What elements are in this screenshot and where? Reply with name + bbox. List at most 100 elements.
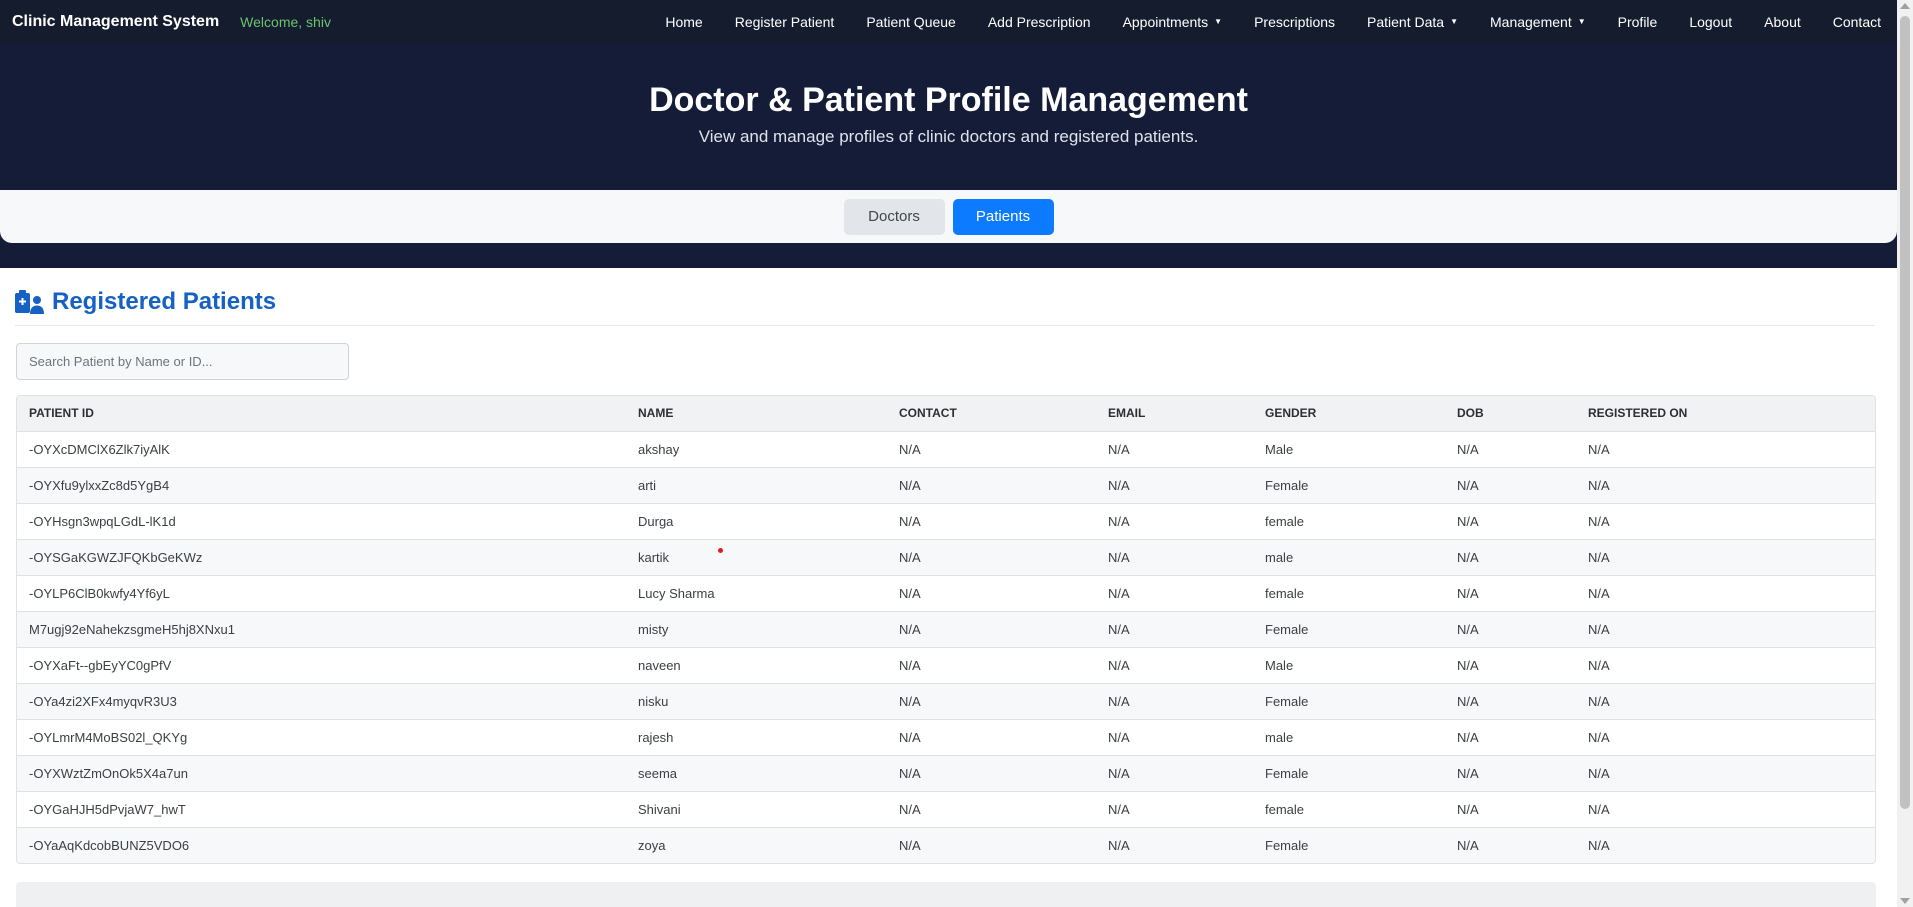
cell-patient-name: zoya xyxy=(626,827,887,863)
cell-email: N/A xyxy=(1096,755,1253,792)
table-row[interactable]: -OYXaFt--gbEyYC0gPfV naveen N/A N/A Male N/A N… xyxy=(17,647,1875,684)
nav-item-register-patient[interactable]: Register Patient xyxy=(719,14,851,30)
cell-patient-id: M7ugj92eNahekzsgmeH5hj8XNxu1 xyxy=(17,611,626,648)
nav-item-about[interactable]: About xyxy=(1748,14,1817,30)
caret-down-icon: ▼ xyxy=(1450,17,1458,26)
scroll-up-arrow-icon[interactable] xyxy=(1900,3,1910,9)
cell-patient-id: -OYGaHJH5dPvjaW7_hwT xyxy=(17,791,626,828)
section-title: Registered Patients xyxy=(52,288,277,315)
cell-gender: female xyxy=(1253,503,1445,540)
column-header[interactable]: DOB xyxy=(1445,396,1576,432)
cell-registered-on: N/A xyxy=(1576,647,1875,684)
cell-email: N/A xyxy=(1096,791,1253,828)
cell-registered-on: N/A xyxy=(1576,683,1875,720)
cell-gender: Female xyxy=(1253,755,1445,792)
page-scrollbar[interactable] xyxy=(1897,0,1913,907)
table-row[interactable]: -OYXfu9ylxxZc8d5YgB4 arti N/A N/A Female N/A N… xyxy=(17,467,1875,504)
cell-contact: N/A xyxy=(887,647,1096,684)
column-header[interactable]: EMAIL xyxy=(1096,396,1253,432)
nav-links: Home Register Patient Patient Queue Add Pre… xyxy=(649,0,1897,43)
cursor-marker xyxy=(718,548,723,553)
nav-item-management[interactable]: Management ▼ xyxy=(1474,14,1602,30)
cell-contact: N/A xyxy=(887,683,1096,720)
nav-item-profile[interactable]: Profile xyxy=(1602,14,1674,30)
table-row[interactable]: -OYLmrM4MoBS02l_QKYg rajesh N/A N/A male N/A N… xyxy=(17,719,1875,756)
cell-contact: N/A xyxy=(887,719,1096,756)
cell-email: N/A xyxy=(1096,611,1253,648)
cell-patient-name: Durga xyxy=(626,503,887,540)
table-row[interactable]: -OYGaHJH5dPvjaW7_hwT Shivani N/A N/A female N… xyxy=(17,791,1875,828)
patient-search-input[interactable] xyxy=(16,343,349,380)
nav-item-logout[interactable]: Logout xyxy=(1673,14,1748,30)
cell-email: N/A xyxy=(1096,575,1253,612)
cell-contact: N/A xyxy=(887,539,1096,576)
cell-gender: Female xyxy=(1253,467,1445,504)
column-header[interactable]: NAME xyxy=(626,396,887,432)
cell-patient-id: -OYSGaKGWZJFQKbGeKWz xyxy=(17,539,626,576)
cell-patient-name: seema xyxy=(626,755,887,792)
cell-patient-id: -OYLmrM4MoBS02l_QKYg xyxy=(17,719,626,756)
nav-item-label: Patient Queue xyxy=(866,13,956,30)
cell-dob: N/A xyxy=(1445,503,1576,540)
nav-item-prescriptions[interactable]: Prescriptions xyxy=(1238,14,1351,30)
main-content: Registered Patients PATIENT ID NAME CONT… xyxy=(0,268,1897,907)
column-header[interactable]: REGISTERED ON xyxy=(1576,396,1875,432)
section-divider xyxy=(15,325,1875,326)
nav-item-patient-queue[interactable]: Patient Queue xyxy=(850,14,972,30)
table-row[interactable]: -OYXcDMClX6Zlk7iyAlK akshay N/A N/A Male N/A N… xyxy=(17,431,1875,468)
cell-dob: N/A xyxy=(1445,539,1576,576)
table-header-row: PATIENT ID NAME CONTACT EMAIL GENDER DOB… xyxy=(17,396,1875,432)
cell-email: N/A xyxy=(1096,647,1253,684)
cell-contact: N/A xyxy=(887,827,1096,863)
cell-registered-on: N/A xyxy=(1576,467,1875,504)
cell-gender: Male xyxy=(1253,647,1445,684)
table-row[interactable]: -OYHsgn3wpqLGdL-lK1d Durga N/A N/A female N/A… xyxy=(17,503,1875,540)
cell-contact: N/A xyxy=(887,431,1096,468)
nav-item-label: Profile xyxy=(1617,13,1658,30)
column-header[interactable]: CONTACT xyxy=(887,396,1096,432)
nav-item-appointments[interactable]: Appointments ▼ xyxy=(1107,14,1239,30)
tab-doctors[interactable]: Doctors xyxy=(843,198,945,235)
cell-registered-on: N/A xyxy=(1576,539,1875,576)
cell-dob: N/A xyxy=(1445,611,1576,648)
patient-profile-icon xyxy=(15,289,44,314)
nav-item-label: Management xyxy=(1490,13,1572,30)
cell-registered-on: N/A xyxy=(1576,791,1875,828)
cell-patient-name: Lucy Sharma xyxy=(626,575,887,612)
nav-item-patient-data[interactable]: Patient Data ▼ xyxy=(1351,14,1474,30)
app-brand[interactable]: Clinic Management System xyxy=(12,13,219,31)
table-row[interactable]: -OYSGaKGWZJFQKbGeKWz kartik N/A N/A male N/A N… xyxy=(17,539,1875,576)
cell-dob: N/A xyxy=(1445,431,1576,468)
tab-patients[interactable]: Patients xyxy=(952,198,1054,235)
cell-registered-on: N/A xyxy=(1576,611,1875,648)
cell-patient-name: akshay xyxy=(626,431,887,468)
cell-gender: Female xyxy=(1253,827,1445,863)
table-row[interactable]: M7ugj92eNahekzsgmeH5hj8XNxu1 misty N/A N/A F… xyxy=(17,611,1875,648)
table-body: -OYXcDMClX6Zlk7iyAlK akshay N/A N/A Male N/A N… xyxy=(17,431,1875,863)
nav-item-add-prescription[interactable]: Add Prescription xyxy=(972,14,1107,30)
nav-item-label: Register Patient xyxy=(734,13,835,30)
table-row[interactable]: -OYXWztZmOnOk5X4a7un seema N/A N/A Female N/A… xyxy=(17,755,1875,792)
cell-dob: N/A xyxy=(1445,827,1576,863)
scroll-down-arrow-icon[interactable] xyxy=(1900,898,1910,904)
page-title: Doctor & Patient Profile Management xyxy=(649,81,1248,119)
cell-gender: male xyxy=(1253,539,1445,576)
column-header[interactable]: PATIENT ID xyxy=(17,396,626,432)
column-header[interactable]: GENDER xyxy=(1253,396,1445,432)
table-row[interactable]: -OYa4zi2XFx4myqvR3U3 nisku N/A N/A Female N/A… xyxy=(17,683,1875,720)
nav-item-label: About xyxy=(1764,13,1801,30)
table-row[interactable]: -OYaAqKdcobBUNZ5VDO6 zoya N/A N/A Female N/A N… xyxy=(17,827,1875,863)
cell-patient-id: -OYXWztZmOnOk5X4a7un xyxy=(17,755,626,792)
scrollbar-thumb[interactable] xyxy=(1900,16,1910,809)
nav-item-home[interactable]: Home xyxy=(649,14,718,30)
table-row[interactable]: -OYLP6ClB0kwfy4Yf6yL Lucy Sharma N/A N/A fem… xyxy=(17,575,1875,612)
cell-contact: N/A xyxy=(887,575,1096,612)
cell-patient-id: -OYHsgn3wpqLGdL-lK1d xyxy=(17,503,626,540)
cell-gender: female xyxy=(1253,791,1445,828)
cell-registered-on: N/A xyxy=(1576,431,1875,468)
cell-patient-name: kartik xyxy=(626,539,887,576)
nav-item-contact[interactable]: Contact xyxy=(1817,14,1897,30)
table-footer-bar xyxy=(16,882,1876,907)
cell-contact: N/A xyxy=(887,503,1096,540)
cell-patient-id: -OYXfu9ylxxZc8d5YgB4 xyxy=(17,467,626,504)
